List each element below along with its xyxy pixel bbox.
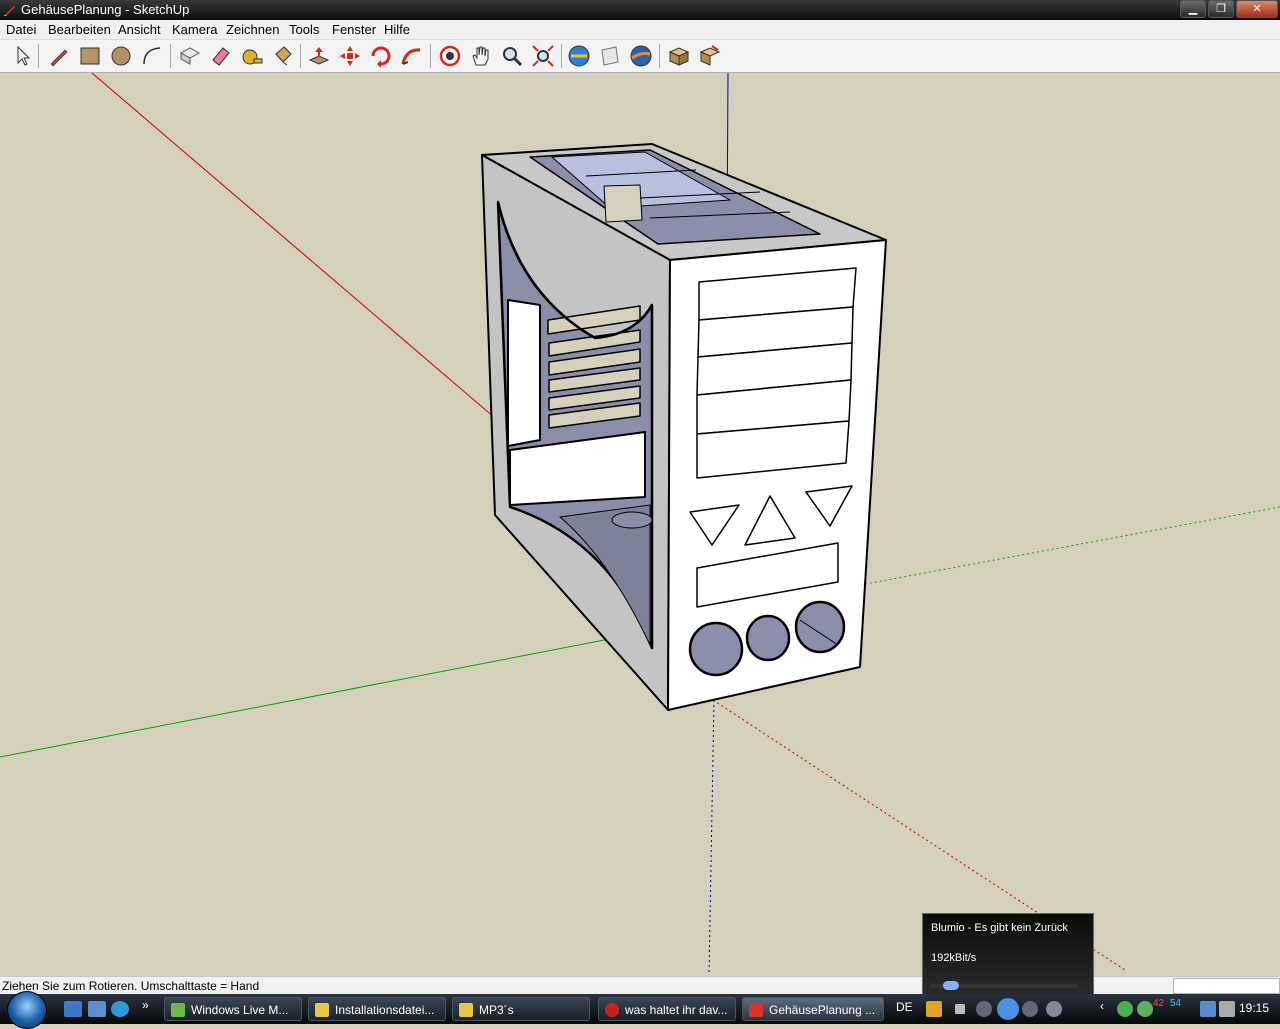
tray-app-icon[interactable] [1137, 1001, 1153, 1017]
circle-tool-icon[interactable] [108, 43, 134, 69]
rectangle-tool-icon[interactable] [77, 43, 103, 69]
green-axis-negative [859, 506, 1280, 586]
task-mp3[interactable]: MP3´s [452, 997, 590, 1021]
line-tool-icon[interactable] [46, 43, 72, 69]
model-viewport[interactable] [0, 73, 1280, 975]
menu-datei[interactable]: Datei [6, 22, 36, 37]
task-windows-live[interactable]: Windows Live M... [164, 997, 302, 1021]
get-models-icon[interactable] [566, 43, 592, 69]
window-title: GehäusePlanung - SketchUp [21, 2, 190, 17]
folder-icon [315, 1003, 329, 1017]
orbit-icon[interactable] [437, 43, 463, 69]
previous-icon[interactable] [976, 1001, 992, 1017]
tray-expand-icon[interactable]: ‹ [1100, 999, 1104, 1013]
model-canvas[interactable] [0, 73, 1280, 975]
move-icon[interactable] [337, 43, 363, 69]
cpu-temp-a: 42 [1153, 998, 1165, 1009]
green-axis [0, 636, 621, 758]
paint-bucket-icon[interactable] [270, 43, 296, 69]
menu-hilfe[interactable]: Hilfe [384, 22, 410, 37]
eraser-icon[interactable] [208, 43, 234, 69]
minimize-button[interactable]: ▁ [1180, 0, 1206, 18]
menu-tools[interactable]: Tools [289, 22, 319, 37]
media-seek-bar[interactable] [929, 981, 1079, 990]
make-component-icon[interactable] [177, 43, 203, 69]
blue-axis-negative [708, 699, 715, 975]
google-earth-icon[interactable] [628, 43, 654, 69]
measurements-box[interactable] [1173, 978, 1280, 994]
network-icon[interactable] [1200, 1001, 1216, 1017]
menu-kamera[interactable]: Kamera [172, 22, 218, 37]
media-minimode-icon[interactable] [926, 1001, 942, 1017]
zoom-extents-icon[interactable] [530, 43, 556, 69]
task-opera[interactable]: was haltet ihr dav... [598, 997, 736, 1021]
follow-me-icon[interactable] [399, 43, 425, 69]
status-text: Ziehen Sie zum Rotieren. Umschalttaste =… [2, 979, 260, 993]
media-player-popup: Blumio - Es gibt kein Zurück 192kBit/s [922, 913, 1094, 997]
pan-icon[interactable] [468, 43, 494, 69]
volume-icon[interactable] [1046, 1001, 1062, 1017]
menu-bar: Datei Bearbeiten Ansicht Kamera Zeichnen… [0, 20, 1280, 40]
media-song-title: Blumio - Es gibt kein Zurück [931, 922, 1068, 934]
task-installationsdatei[interactable]: Installationsdatei... [308, 997, 446, 1021]
messenger-icon [171, 1003, 185, 1017]
task-sketchup[interactable]: GehäusePlanung ... [742, 997, 884, 1021]
close-button[interactable]: ✕ [1236, 0, 1278, 18]
menu-zeichnen[interactable]: Zeichnen [226, 22, 279, 37]
zoom-icon[interactable] [499, 43, 525, 69]
show-desktop-icon[interactable] [64, 1001, 82, 1017]
cpu-temp-b: 54 [1170, 998, 1182, 1009]
switch-windows-icon[interactable] [88, 1001, 106, 1017]
menu-bearbeiten[interactable]: Bearbeiten [48, 22, 111, 37]
tape-measure-icon[interactable] [239, 43, 265, 69]
arc-tool-icon[interactable] [139, 43, 165, 69]
toolbar [0, 40, 1280, 73]
start-button[interactable] [7, 991, 47, 1029]
pause-icon[interactable] [997, 998, 1019, 1020]
share-component-icon[interactable] [697, 43, 723, 69]
taskbar: » Windows Live M... Installationsdatei..… [0, 991, 1280, 1029]
sketchup-app-icon [4, 6, 15, 16]
next-icon[interactable] [1022, 1001, 1038, 1017]
pc-case-model [481, 143, 887, 711]
rotate-icon[interactable] [368, 43, 394, 69]
media-seek-knob[interactable] [943, 981, 959, 990]
sketchup-icon [749, 1003, 763, 1017]
speaker-icon[interactable] [1219, 1001, 1235, 1017]
opera-icon [605, 1003, 619, 1017]
title-bar: GehäusePlanung - SketchUp ▁ ❐ ✕ [0, 0, 1280, 20]
menu-ansicht[interactable]: Ansicht [118, 22, 161, 37]
maximize-button[interactable]: ❐ [1208, 0, 1234, 18]
messenger-tray-icon[interactable] [1117, 1001, 1133, 1017]
quicklaunch-more-icon[interactable]: » [142, 998, 149, 1012]
folder-icon [459, 1003, 473, 1017]
share-model-icon[interactable] [597, 43, 623, 69]
component-browser-icon[interactable] [666, 43, 692, 69]
internet-explorer-icon[interactable] [111, 1001, 129, 1017]
clock[interactable]: 19:15 [1239, 1001, 1269, 1015]
select-tool-icon[interactable] [9, 43, 35, 69]
push-pull-icon[interactable] [306, 43, 332, 69]
menu-fenster[interactable]: Fenster [332, 22, 376, 37]
language-indicator[interactable]: DE [896, 1000, 913, 1014]
stop-icon[interactable] [955, 1004, 965, 1014]
media-bitrate: 192kBit/s [931, 952, 977, 964]
